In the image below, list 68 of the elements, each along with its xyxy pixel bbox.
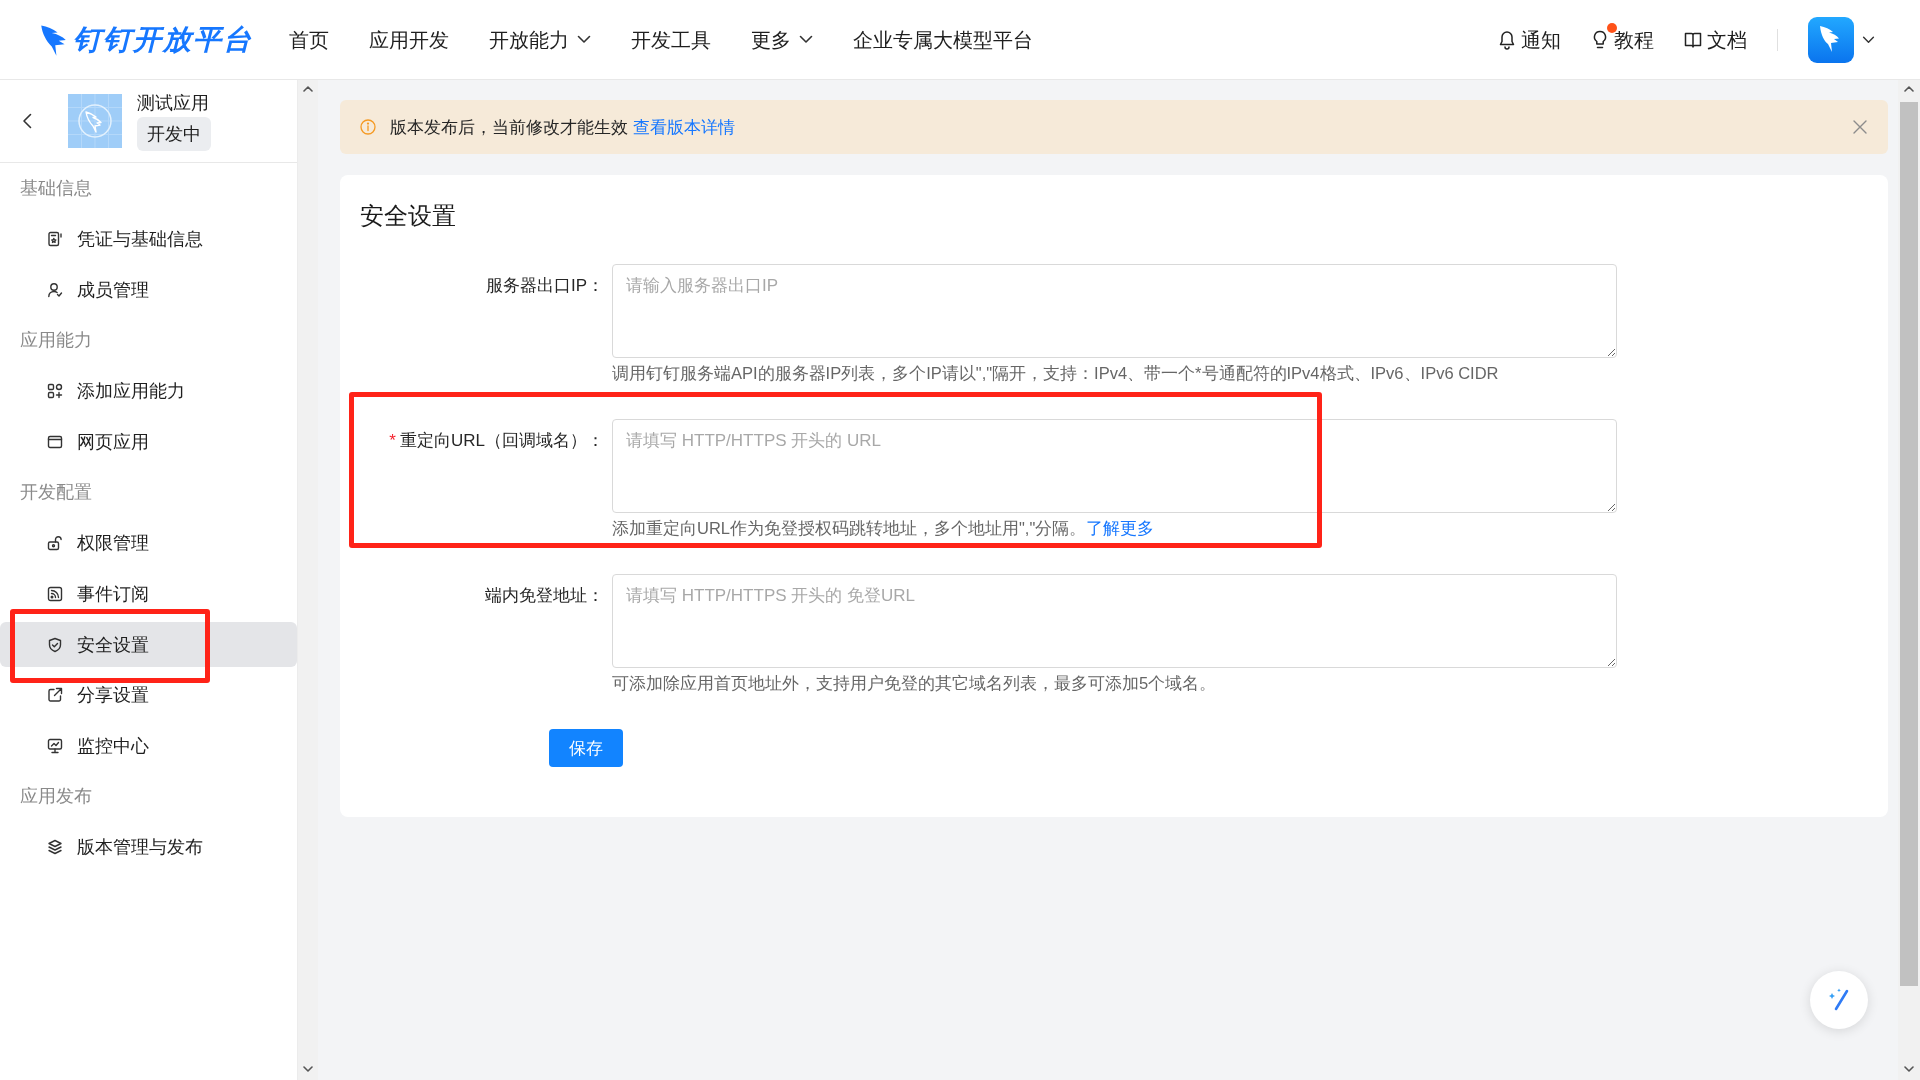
notice-text: 版本发布后，当前修改才能生效 查看版本详情 xyxy=(390,116,736,139)
sidebar-item[interactable]: 安全设置 xyxy=(0,622,297,667)
sidebar-item[interactable]: 监控中心 xyxy=(0,723,297,769)
shield-icon xyxy=(47,636,63,653)
layers-icon xyxy=(47,839,63,856)
field-label: 重定向URL（回调域名）： xyxy=(400,431,604,450)
sidebar-item[interactable]: 网页应用 xyxy=(0,419,297,465)
scrollbar[interactable] xyxy=(298,80,318,1080)
padlock-icon xyxy=(47,535,63,552)
sidebar-item[interactable]: 添加应用能力 xyxy=(0,368,297,414)
field-label: 服务器出口IP： xyxy=(484,275,604,297)
section-title: 基础信息 xyxy=(19,177,93,200)
sidebar-item[interactable]: 事件订阅 xyxy=(0,571,297,617)
status-tag: 开发中 xyxy=(137,116,211,151)
info-icon xyxy=(360,119,376,135)
chevron-down-icon[interactable] xyxy=(1904,1066,1914,1072)
sidebar-item[interactable]: 分享设置 xyxy=(0,672,297,718)
chevron-left-icon[interactable] xyxy=(22,113,32,129)
field-label: 端内免登地址： xyxy=(484,585,604,607)
external-link-icon xyxy=(47,687,63,704)
chevron-down-icon[interactable] xyxy=(303,1066,313,1072)
close-icon[interactable] xyxy=(1853,120,1867,134)
document-icon xyxy=(47,231,63,248)
help-text: 可添加除应用首页地址外，支持用户免登的其它域名列表，最多可添加5个域名。 xyxy=(612,673,1218,693)
nav-link[interactable]: 教程 xyxy=(1591,25,1654,54)
text-area-field[interactable]: 请填写 HTTP/HTTPS 开头的 URL xyxy=(612,419,1617,513)
learn-more-link[interactable]: 了解更多 xyxy=(1086,519,1155,537)
sidebar-item[interactable]: 成员管理 xyxy=(0,267,297,313)
nav-menu-item[interactable]: 应用开发 xyxy=(369,25,449,54)
nav-link[interactable]: 通知 xyxy=(1498,25,1561,54)
nav-menu-item[interactable]: 更多 xyxy=(751,25,813,54)
sidebar-item[interactable]: 版本管理与发布 xyxy=(0,824,297,870)
avatar-icon[interactable] xyxy=(1808,16,1854,63)
user-icon xyxy=(47,281,63,298)
section-title: 开发配置 xyxy=(19,481,93,505)
nav-menu-item[interactable]: 开发工具 xyxy=(631,25,711,54)
chevron-up-icon[interactable] xyxy=(1904,86,1914,92)
text-area-field[interactable]: 请输入服务器出口IP xyxy=(612,264,1617,358)
sidebar-item[interactable]: 权限管理 xyxy=(0,520,297,566)
chevron-up-icon[interactable] xyxy=(303,86,313,92)
help-text: 添加重定向URL作为免登授权码跳转地址，多个地址用","分隔。了解更多 xyxy=(612,518,1156,538)
chevron-down-icon xyxy=(577,35,591,44)
monitor-icon xyxy=(47,737,63,754)
nav-menu-item[interactable]: 首页 xyxy=(289,25,329,54)
text-area-field[interactable]: 请填写 HTTP/HTTPS 开头的 免登URL xyxy=(612,574,1617,668)
section-title: 应用能力 xyxy=(19,329,93,353)
section-heading: 安全设置 xyxy=(360,201,457,231)
chevron-down-icon[interactable] xyxy=(1862,35,1875,44)
logo-text[interactable]: 钉钉开放平台 xyxy=(73,20,253,59)
app-name: 测试应用 xyxy=(137,91,209,114)
save-button[interactable]: 保存 xyxy=(549,729,623,767)
sidebar-item[interactable]: 凭证与基础信息 xyxy=(0,216,297,262)
chevron-down-icon xyxy=(799,35,813,44)
scrollbar-thumb[interactable] xyxy=(1900,102,1918,986)
grid-plus-icon xyxy=(47,383,63,400)
version-details-link[interactable]: 查看版本详情 xyxy=(632,117,735,137)
nav-menu-item[interactable]: 开放能力 xyxy=(489,25,591,54)
nav-link[interactable]: 文档 xyxy=(1684,25,1747,54)
app-logo-icon xyxy=(68,94,122,148)
lightbulb-icon xyxy=(1591,29,1609,50)
help-text: 调用钉钉服务端API的服务器IP列表，多个IP请以","隔开，支持：IPv4、带一个*号通配符的IPv4格式、IPv6、IPv6 CIDR xyxy=(612,363,1500,383)
feed-icon xyxy=(47,585,63,602)
required-mark: * xyxy=(389,431,396,450)
bell-icon xyxy=(1498,29,1516,50)
section-title: 应用发布 xyxy=(19,785,93,809)
browser-window-icon xyxy=(47,433,63,450)
scrollbar[interactable] xyxy=(1898,80,1920,1080)
nav-menu-item[interactable]: 企业专属大模型平台 xyxy=(853,25,1033,54)
